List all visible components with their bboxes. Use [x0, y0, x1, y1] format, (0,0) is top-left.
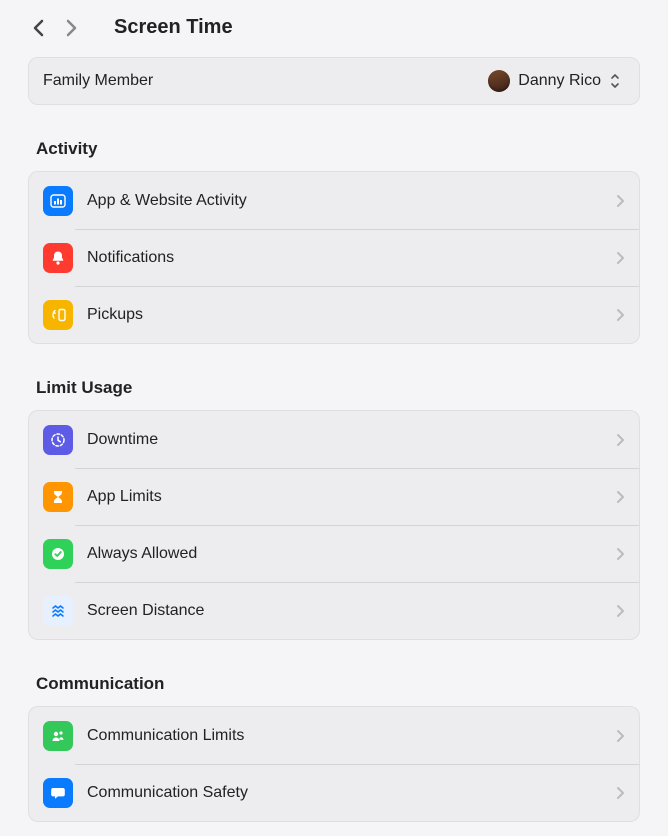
- row-label: Downtime: [87, 431, 602, 449]
- bell-icon: [43, 243, 73, 273]
- content: Family Member Danny Rico Activity: [0, 57, 668, 822]
- back-button[interactable]: [28, 17, 50, 39]
- family-member-label: Family Member: [43, 72, 153, 90]
- row-notifications[interactable]: Notifications: [29, 229, 639, 286]
- row-pickups[interactable]: Pickups: [29, 286, 639, 343]
- section-title: Activity: [36, 139, 640, 159]
- avatar: [488, 70, 510, 92]
- chevron-right-icon: [616, 490, 625, 504]
- row-label: Screen Distance: [87, 602, 602, 620]
- hourglass-icon: [43, 482, 73, 512]
- row-downtime[interactable]: Downtime: [29, 411, 639, 468]
- checkmark-shield-icon: [43, 539, 73, 569]
- row-label: Pickups: [87, 306, 602, 324]
- row-communication-safety[interactable]: Communication Safety: [29, 764, 639, 821]
- header: Screen Time: [0, 0, 668, 57]
- row-app-limits[interactable]: App Limits: [29, 468, 639, 525]
- chevron-right-icon: [616, 786, 625, 800]
- row-label: Always Allowed: [87, 545, 602, 563]
- row-communication-limits[interactable]: Communication Limits: [29, 707, 639, 764]
- row-label: App Limits: [87, 488, 602, 506]
- chevron-right-icon: [616, 194, 625, 208]
- row-label: Communication Safety: [87, 784, 602, 802]
- list: Communication Limits Communication Safet…: [28, 706, 640, 822]
- row-app-website-activity[interactable]: App & Website Activity: [29, 172, 639, 229]
- chevron-right-icon: [616, 433, 625, 447]
- row-label: Notifications: [87, 249, 602, 267]
- waves-icon: [43, 596, 73, 626]
- chevron-right-icon: [616, 604, 625, 618]
- chevron-right-icon: [616, 308, 625, 322]
- list: Downtime App Limits: [28, 410, 640, 640]
- section-activity: Activity App & Website Activity: [28, 139, 640, 344]
- screen-time-pane: Screen Time Family Member Danny Rico Act…: [0, 0, 668, 836]
- section-limit-usage: Limit Usage Downtime: [28, 378, 640, 640]
- section-communication: Communication Communication Limits: [28, 674, 640, 822]
- page-title: Screen Time: [114, 16, 233, 39]
- up-down-icon: [609, 71, 625, 91]
- speech-bubble-icon: [43, 778, 73, 808]
- section-title: Limit Usage: [36, 378, 640, 398]
- row-always-allowed[interactable]: Always Allowed: [29, 525, 639, 582]
- row-screen-distance[interactable]: Screen Distance: [29, 582, 639, 639]
- row-label: Communication Limits: [87, 727, 602, 745]
- family-member-value: Danny Rico: [488, 70, 625, 92]
- section-title: Communication: [36, 674, 640, 694]
- forward-button: [60, 17, 82, 39]
- family-member-selector[interactable]: Family Member Danny Rico: [28, 57, 640, 105]
- clock-icon: [43, 425, 73, 455]
- chevron-right-icon: [616, 251, 625, 265]
- chart-bars-icon: [43, 186, 73, 216]
- row-label: App & Website Activity: [87, 192, 602, 210]
- chevron-right-icon: [616, 547, 625, 561]
- family-member-name: Danny Rico: [518, 72, 601, 90]
- list: App & Website Activity Notifications: [28, 171, 640, 344]
- chevron-right-icon: [616, 729, 625, 743]
- pickups-icon: [43, 300, 73, 330]
- communication-icon: [43, 721, 73, 751]
